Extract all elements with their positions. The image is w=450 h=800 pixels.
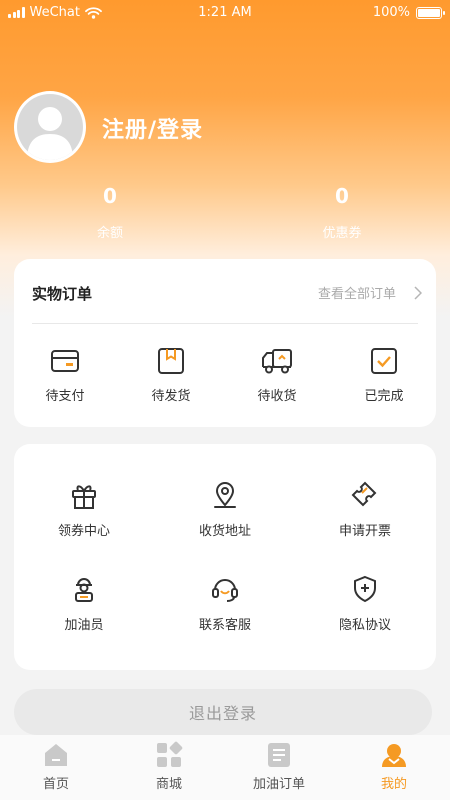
register-login-link[interactable]: 注册/登录 [102, 112, 203, 144]
order-pending-payment[interactable]: 待支付 [20, 347, 110, 404]
headset-icon [212, 579, 238, 602]
order-pending-shipment[interactable]: 待发货 [126, 347, 216, 404]
status-bar: WeChat 1:21 AM 100% [0, 0, 450, 26]
home-icon [45, 744, 67, 766]
fuel-attendant-item[interactable]: 加油员 [29, 574, 139, 633]
order-completed[interactable]: 已完成 [339, 347, 429, 404]
order-pending-receipt[interactable]: 待收货 [232, 347, 322, 404]
balance-stat[interactable]: 0 余额 [50, 184, 170, 241]
tab-fuel-orders[interactable]: 加油订单 [234, 741, 324, 792]
physical-orders-card: 实物订单 查看全部订单 待支付 待发货 待收货 已完成 [14, 259, 436, 427]
tab-profile[interactable]: 我的 [349, 741, 439, 792]
tab-mall[interactable]: 商城 [124, 741, 214, 792]
logout-button[interactable]: 退出登录 [14, 689, 432, 735]
check-square-icon [371, 348, 397, 374]
services-card: 领券中心 收货地址 申请开票 加油员 联系客服 隐私协议 [14, 444, 436, 670]
attendant-icon [75, 578, 93, 602]
apply-invoice-item[interactable]: 申请开票 [310, 480, 420, 539]
gift-icon [72, 485, 96, 509]
privacy-agreement-item[interactable]: 隐私协议 [310, 574, 420, 633]
ticket-icon [351, 481, 377, 507]
coupon-stat[interactable]: 0 优惠券 [282, 184, 402, 241]
tab-home[interactable]: 首页 [11, 741, 101, 792]
default-avatar-icon [27, 107, 73, 160]
mall-icon [157, 741, 183, 767]
profile-icon [382, 744, 406, 767]
orders-title: 实物订单 [32, 285, 93, 303]
fuel-order-icon [268, 743, 290, 767]
delivery-truck-icon [262, 349, 292, 374]
divider [32, 323, 418, 324]
balance-value: 0 [103, 184, 117, 208]
battery-percent: 100% [372, 5, 410, 20]
chevron-right-icon [414, 285, 422, 300]
battery-icon [416, 6, 445, 19]
balance-label: 余额 [96, 226, 123, 241]
coupon-center-item[interactable]: 领券中心 [29, 480, 139, 539]
location-pin-icon [214, 482, 236, 508]
customer-service-item[interactable]: 联系客服 [170, 574, 280, 633]
package-box-icon [158, 348, 184, 374]
coupon-value: 0 [335, 184, 349, 208]
avatar[interactable] [14, 91, 86, 163]
shield-plus-icon [354, 575, 376, 603]
view-all-orders-link[interactable]: 查看全部订单 [318, 283, 422, 302]
shipping-address-item[interactable]: 收货地址 [170, 480, 280, 539]
bottom-tab-bar: 首页 商城 加油订单 我的 [0, 735, 450, 800]
coupon-label: 优惠券 [322, 226, 362, 241]
wallet-card-icon [51, 350, 79, 372]
